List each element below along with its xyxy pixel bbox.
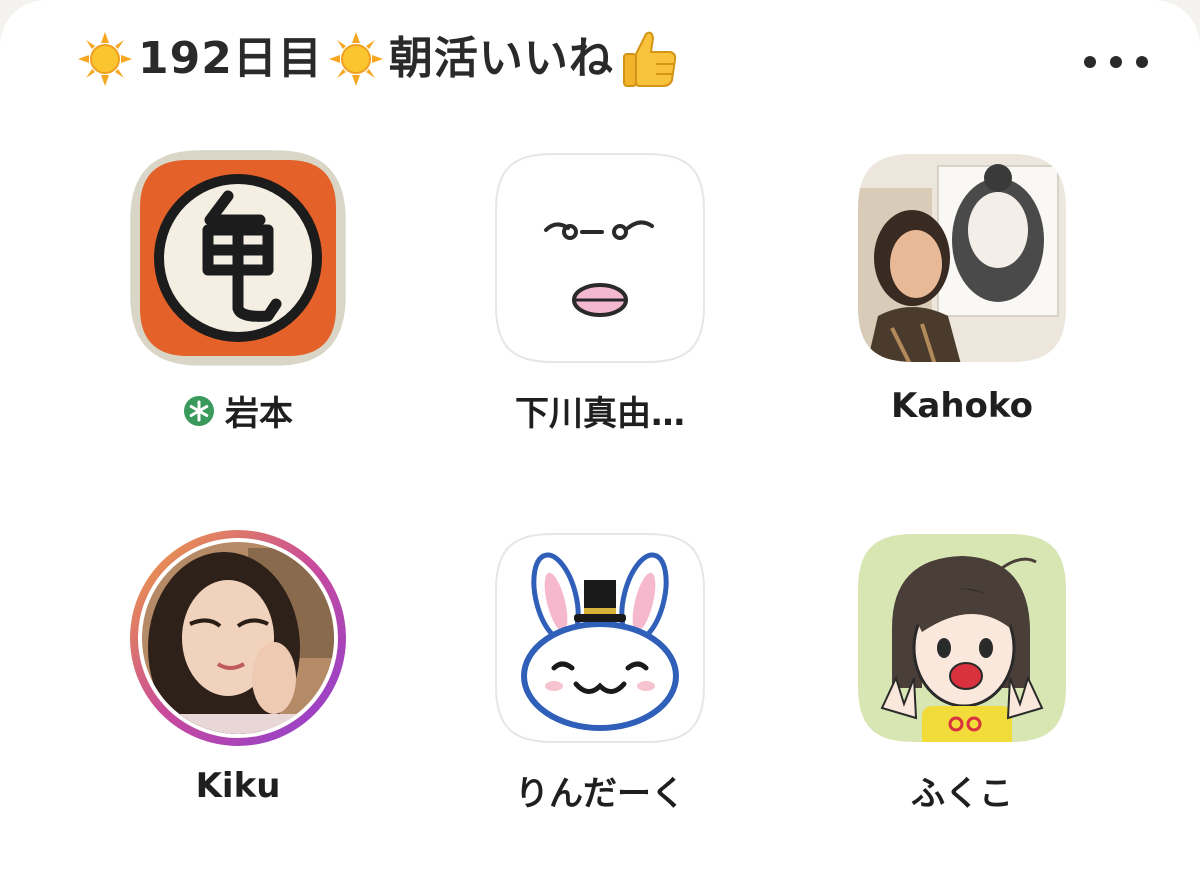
rabbit-tophat-avatar [495,533,705,743]
photo-avatar [130,530,346,746]
member-name-label: 岩本 [225,394,293,434]
avatar[interactable] [490,148,710,368]
sleepy-face-avatar [495,153,705,363]
member-name: 岩本 [88,386,388,435]
kame-kanji-avatar [130,150,346,366]
more-dot [1136,56,1148,68]
member-name-label: Kiku [195,766,281,806]
more-dot [1084,56,1096,68]
day-count: 192日目 [138,33,323,84]
photo-avatar [858,154,1066,362]
avatar[interactable] [852,148,1072,368]
more-dot [1110,56,1122,68]
member-name-label: 下川真由… [515,394,685,434]
member-item[interactable]: 下川真由… [450,148,750,478]
member-name: Kiku [88,766,388,806]
thumbs-up-icon [618,26,680,92]
more-options-button[interactable] [1084,50,1148,74]
member-item[interactable]: りんだーく [450,528,750,858]
member-name-label: りんだーく [515,774,685,814]
member-name: ふくこ [812,766,1112,815]
member-name-label: Kahoko [891,386,1033,426]
admin-badge-icon [183,395,215,427]
avatar[interactable] [128,148,348,368]
member-item[interactable]: 岩本 [88,148,388,478]
member-item[interactable]: ふくこ [812,528,1112,858]
avatar[interactable] [128,528,348,748]
avatar[interactable] [852,528,1072,748]
member-name: 下川真由… [450,386,750,435]
member-item[interactable]: Kahoko [812,148,1112,478]
illustrated-girl-avatar [858,534,1066,742]
member-name-label: ふくこ [911,774,1013,814]
avatar[interactable] [490,528,710,748]
post-title: 192日目 朝活いいね [76,26,680,92]
post-card: 192日目 朝活いいね 岩本 下川真由… Kahoko Kiku りんだーく ふ… [0,0,1200,896]
member-name: Kahoko [812,386,1112,426]
sun-icon [76,30,134,88]
member-name: りんだーく [450,766,750,815]
title-text: 朝活いいね [388,33,614,84]
sun-icon [327,30,385,88]
member-item[interactable]: Kiku [88,528,388,858]
